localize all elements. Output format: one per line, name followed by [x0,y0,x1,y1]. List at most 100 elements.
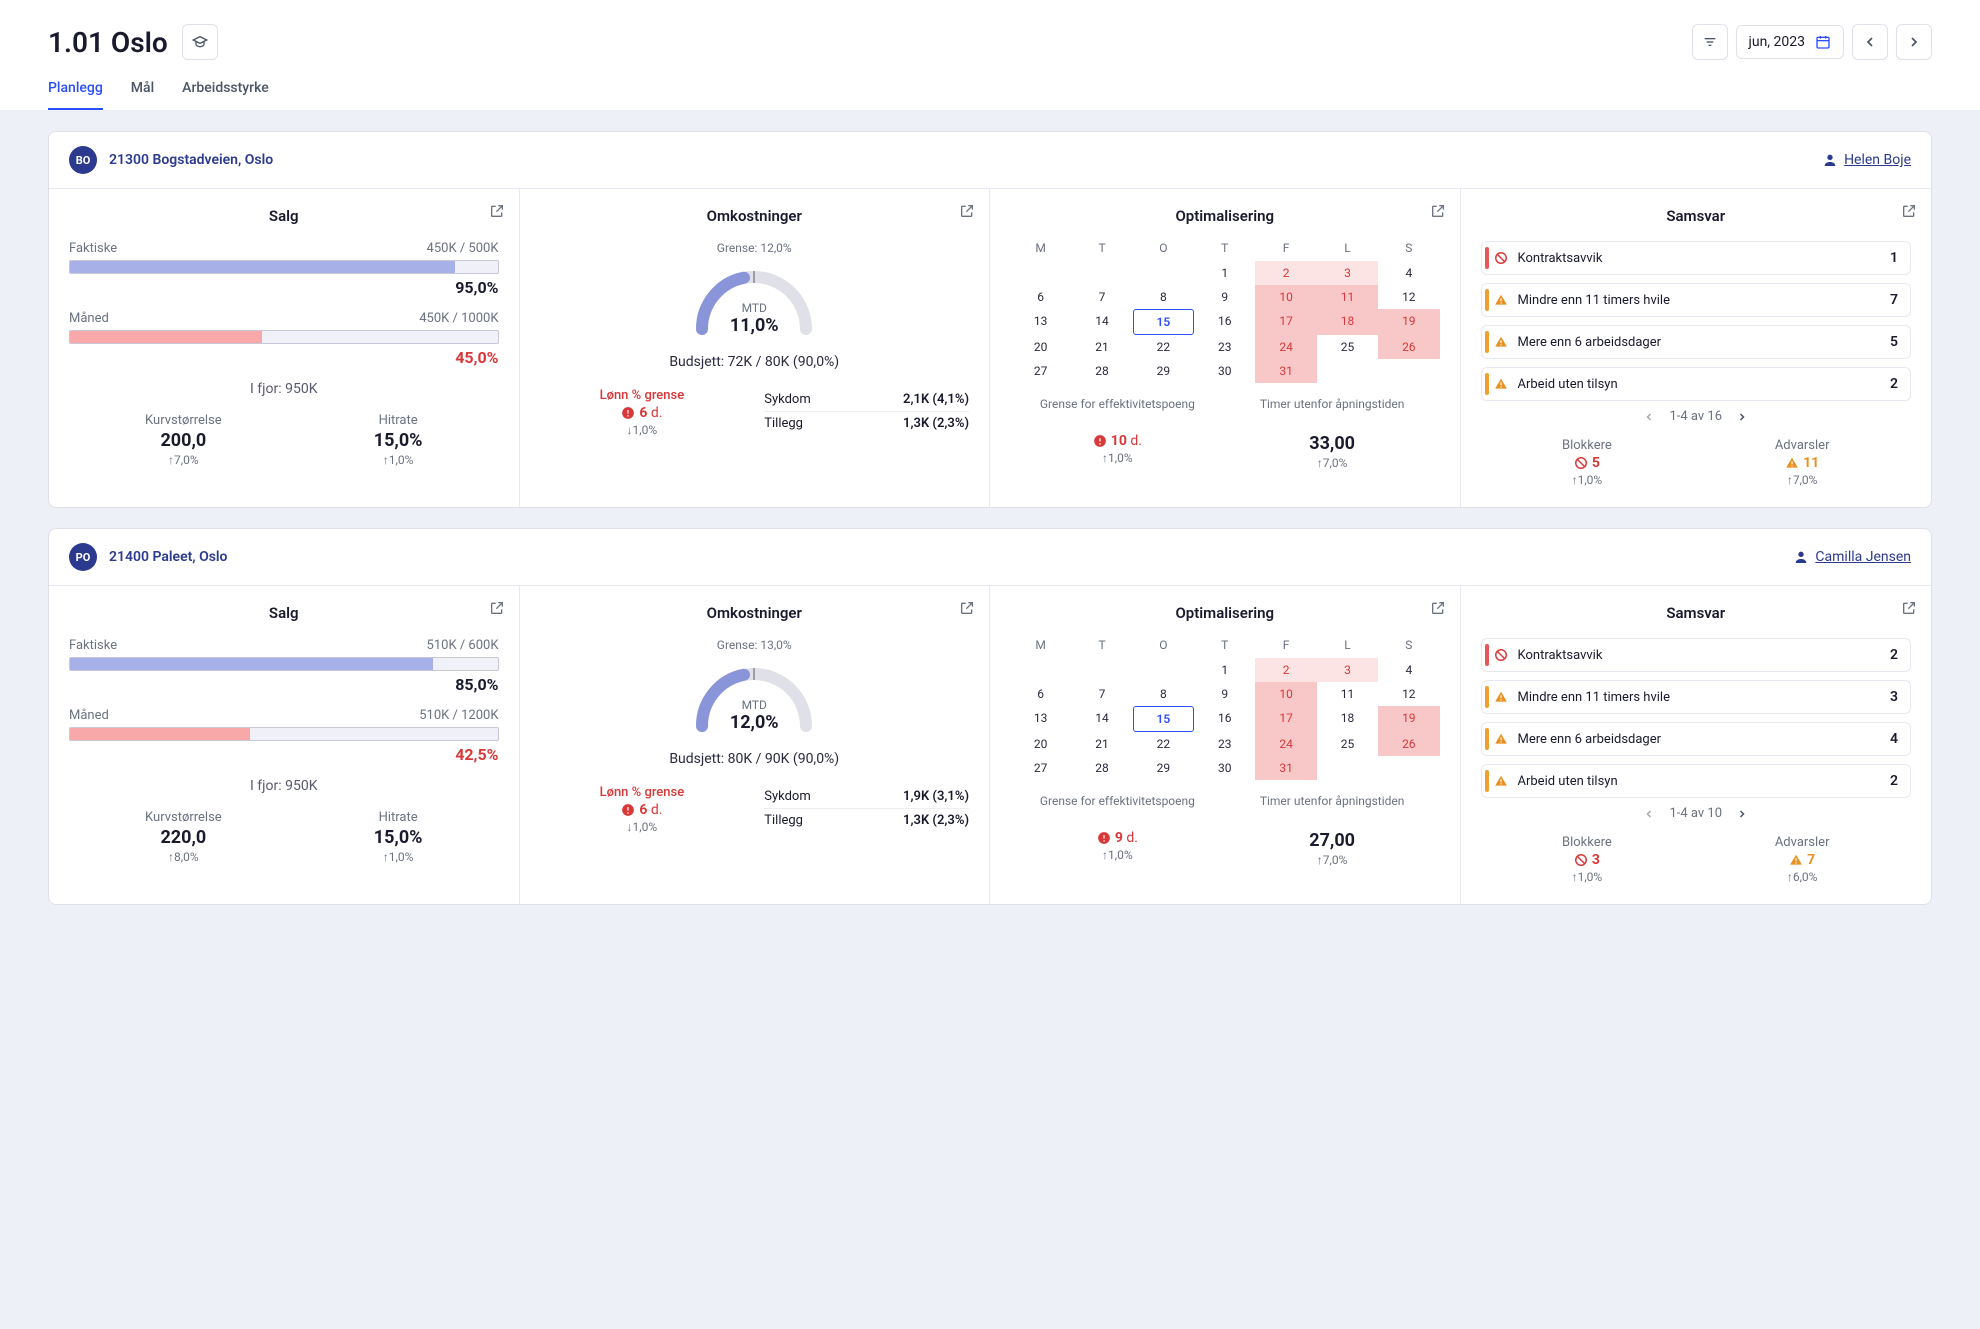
cal-cell[interactable]: 21 [1071,335,1132,359]
cal-cell[interactable]: 14 [1071,309,1132,335]
mtd-value: 11,0% [540,315,970,336]
cal-cell[interactable]: 16 [1194,706,1255,732]
external-link-icon [489,600,505,616]
compliance-item[interactable]: Mindre enn 11 timers hvile 3 [1481,680,1912,714]
tab-planlegg[interactable]: Planlegg [48,80,103,110]
cal-cell[interactable]: 30 [1194,359,1255,383]
expand-samsvar[interactable] [1901,600,1917,616]
cal-cell[interactable]: 24 [1255,335,1316,359]
cal-cell[interactable]: 26 [1378,732,1439,756]
expand-samsvar[interactable] [1901,203,1917,219]
next-button[interactable] [1896,24,1932,60]
compliance-item[interactable]: Arbeid uten tilsyn 2 [1481,764,1912,798]
cal-cell[interactable]: 1 [1194,261,1255,285]
cal-cell[interactable]: 11 [1317,682,1378,706]
cal-cell[interactable]: 6 [1010,682,1071,706]
store-user-link[interactable]: Helen Boje [1822,152,1911,168]
cal-cell[interactable]: 31 [1255,756,1316,780]
compliance-item[interactable]: Arbeid uten tilsyn 2 [1481,367,1912,401]
store-card: PO 21400 Paleet, Oslo Camilla Jensen Sal… [48,528,1932,905]
compliance-item[interactable]: Mindre enn 11 timers hvile 7 [1481,283,1912,317]
cal-cell[interactable]: 22 [1133,732,1194,756]
graduation-icon-button[interactable] [182,24,218,60]
cal-cell[interactable]: 17 [1255,309,1316,335]
cal-cell[interactable]: 25 [1317,732,1378,756]
compliance-item[interactable]: Mere enn 6 arbeidsdager 4 [1481,722,1912,756]
cal-cell[interactable]: 23 [1194,335,1255,359]
cal-cell[interactable]: 13 [1010,309,1071,335]
cal-cell[interactable]: 20 [1010,732,1071,756]
expand-omkostninger[interactable] [959,600,975,616]
cal-cell[interactable]: 17 [1255,706,1316,732]
cal-cell[interactable]: 22 [1133,335,1194,359]
store-user-link[interactable]: Camilla Jensen [1793,549,1911,565]
compliance-item[interactable]: Kontraktsavvik 1 [1481,241,1912,275]
cal-cell[interactable]: 21 [1071,732,1132,756]
cal-cell[interactable]: 27 [1010,756,1071,780]
expand-optimalisering[interactable] [1430,203,1446,219]
cal-cell[interactable]: 30 [1194,756,1255,780]
compliance-item[interactable]: Mere enn 6 arbeidsdager 5 [1481,325,1912,359]
cal-cell[interactable]: 9 [1194,682,1255,706]
expand-omkostninger[interactable] [959,203,975,219]
cal-cell[interactable]: 12 [1378,285,1439,309]
filter-button[interactable] [1692,24,1728,60]
cal-cell[interactable]: 4 [1378,658,1439,682]
pager: 1-4 av 16 [1481,409,1912,424]
cal-cell[interactable]: 2 [1255,658,1316,682]
cal-cell[interactable]: 3 [1317,658,1378,682]
cal-cell[interactable]: 18 [1317,706,1378,732]
cal-cell[interactable]: 18 [1317,309,1378,335]
cal-cell[interactable]: 19 [1378,309,1439,335]
tab-mal[interactable]: Mål [131,80,154,110]
cal-cell[interactable]: 24 [1255,732,1316,756]
cal-cell[interactable]: 31 [1255,359,1316,383]
cal-cell[interactable]: 12 [1378,682,1439,706]
cal-cell[interactable]: 10 [1255,285,1316,309]
cal-cell[interactable]: 8 [1133,285,1194,309]
cal-cell[interactable]: 23 [1194,732,1255,756]
store-name[interactable]: 21300 Bogstadveien, Oslo [109,152,273,168]
cal-cell[interactable]: 29 [1133,359,1194,383]
compliance-item[interactable]: Kontraktsavvik 2 [1481,638,1912,672]
cal-cell[interactable]: 7 [1071,682,1132,706]
pager-prev[interactable] [1643,411,1655,423]
cal-cell[interactable]: 11 [1317,285,1378,309]
pager-next[interactable] [1736,808,1748,820]
cal-cell[interactable]: 20 [1010,335,1071,359]
pager-next[interactable] [1736,411,1748,423]
compliance-count: 1 [1890,250,1898,266]
expand-optimalisering[interactable] [1430,600,1446,616]
cal-cell[interactable]: 10 [1255,682,1316,706]
cal-cell[interactable]: 25 [1317,335,1378,359]
expand-salg[interactable] [489,600,505,616]
cal-cell[interactable]: 7 [1071,285,1132,309]
cal-cell[interactable]: 27 [1010,359,1071,383]
store-name[interactable]: 21400 Paleet, Oslo [109,549,227,565]
cal-cell[interactable]: 6 [1010,285,1071,309]
cal-day-header: L [1317,241,1378,255]
tab-arbeidsstyrke[interactable]: Arbeidsstyrke [182,80,269,110]
cal-cell[interactable]: 16 [1194,309,1255,335]
cal-cell[interactable]: 28 [1071,359,1132,383]
cal-cell[interactable]: 1 [1194,658,1255,682]
cal-cell[interactable]: 3 [1317,261,1378,285]
eff-label: Grense for effektivitetspoeng [1010,794,1225,826]
mtd-value: 12,0% [540,712,970,733]
cal-cell[interactable]: 19 [1378,706,1439,732]
date-picker[interactable]: jun, 2023 [1736,25,1845,59]
cal-cell[interactable]: 4 [1378,261,1439,285]
cal-cell[interactable]: 26 [1378,335,1439,359]
prev-button[interactable] [1852,24,1888,60]
cal-cell[interactable]: 28 [1071,756,1132,780]
cal-cell[interactable]: 14 [1071,706,1132,732]
expand-salg[interactable] [489,203,505,219]
cal-cell[interactable]: 29 [1133,756,1194,780]
cal-cell[interactable]: 9 [1194,285,1255,309]
cal-cell[interactable]: 2 [1255,261,1316,285]
cal-cell[interactable]: 13 [1010,706,1071,732]
cal-cell[interactable]: 8 [1133,682,1194,706]
cal-cell[interactable]: 15 [1133,309,1194,335]
cal-cell[interactable]: 15 [1133,706,1194,732]
pager-prev[interactable] [1643,808,1655,820]
